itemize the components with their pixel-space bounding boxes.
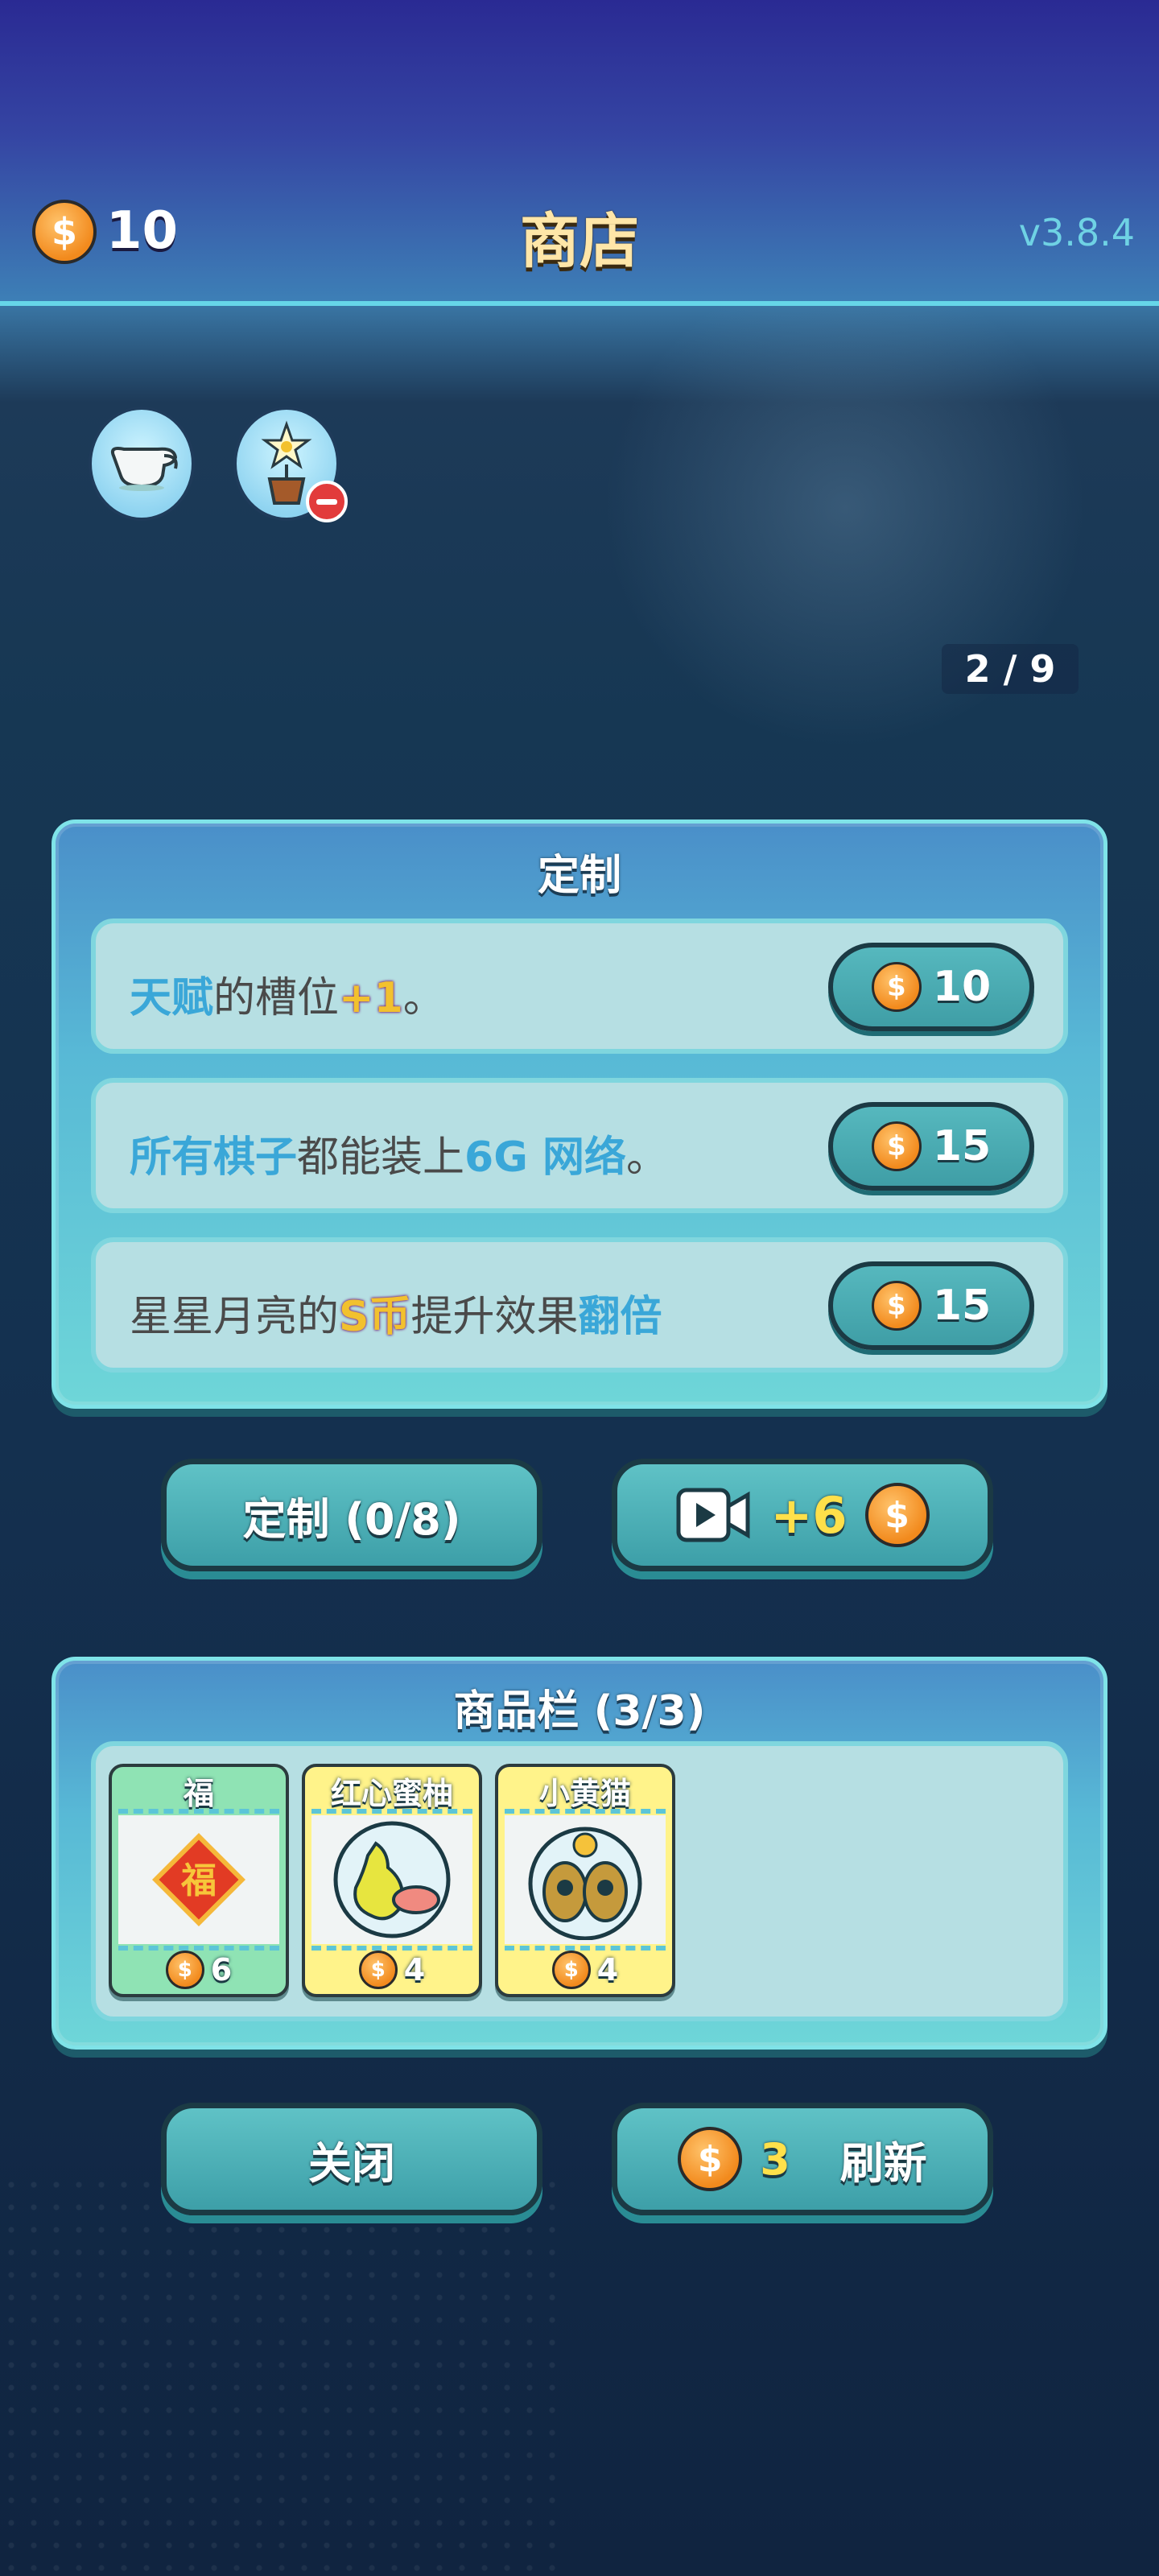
goods-panel: 商品栏 (3/3) 福 福 $ 6 红心蜜柚 $ 4 小黄猫 $ 4 bbox=[52, 1657, 1107, 2050]
milk-jug-icon bbox=[110, 447, 178, 491]
video-reward-amount: +6 bbox=[770, 1485, 848, 1545]
card-cost-value: 4 bbox=[596, 1952, 619, 1988]
background-texture bbox=[0, 2174, 563, 2576]
coin-icon: $ bbox=[871, 1121, 922, 1171]
option-text: 所有棋子都能装上6G 网络。 bbox=[130, 1133, 669, 1182]
refresh-cost: 3 bbox=[760, 2133, 790, 2185]
watch-video-button[interactable]: +6 $ bbox=[612, 1459, 993, 1571]
option-text: 星星月亮的S币提升效果翻倍 bbox=[130, 1293, 662, 1341]
option-price: 10 bbox=[932, 963, 992, 1011]
goods-card-pomelo[interactable]: 红心蜜柚 $ 4 bbox=[302, 1764, 482, 1997]
fu-charm-text: 福 bbox=[180, 1860, 217, 1901]
remove-badge-icon[interactable] bbox=[306, 481, 348, 522]
option-text: 天赋的槽位+1。 bbox=[130, 974, 445, 1022]
buy-option-button[interactable]: $ 10 bbox=[828, 943, 1034, 1031]
relic-flower-pot[interactable] bbox=[233, 407, 348, 522]
goods-card-yellow-cat[interactable]: 小黄猫 $ 4 bbox=[495, 1764, 675, 1997]
custom-option-talent-slot[interactable]: 天赋的槽位+1。 $ 10 bbox=[91, 919, 1068, 1054]
card-cost: $ 6 bbox=[112, 1951, 286, 1989]
custom-panel-title: 定制 bbox=[537, 852, 621, 900]
custom-button[interactable]: 定制 (0/8) bbox=[161, 1459, 542, 1571]
goods-tray: 福 福 $ 6 红心蜜柚 $ 4 小黄猫 $ 4 bbox=[91, 1741, 1068, 2021]
card-name: 小黄猫 bbox=[538, 1776, 631, 1811]
buy-option-button[interactable]: $ 15 bbox=[828, 1261, 1034, 1350]
coin-icon: $ bbox=[551, 1951, 591, 1989]
top-bar: $ 10 商店 v3.8.4 bbox=[0, 0, 1159, 306]
buy-option-button[interactable]: $ 15 bbox=[828, 1102, 1034, 1191]
close-button[interactable]: 关闭 bbox=[161, 2103, 542, 2215]
coin-icon: $ bbox=[678, 2127, 743, 2191]
option-price: 15 bbox=[932, 1282, 992, 1330]
card-divider bbox=[118, 1809, 279, 1814]
card-name: 福 bbox=[183, 1776, 214, 1811]
custom-option-6g-network[interactable]: 所有棋子都能装上6G 网络。 $ 15 bbox=[91, 1078, 1068, 1213]
coin-icon: $ bbox=[871, 962, 922, 1012]
custom-panel: 定制 天赋的槽位+1。 $ 10 所有棋子都能装上6G 网络。 $ 15 星星月… bbox=[52, 819, 1107, 1409]
refresh-button[interactable]: $ 3 刷新 bbox=[612, 2103, 993, 2215]
card-cost: $ 4 bbox=[305, 1951, 479, 1989]
card-divider bbox=[311, 1809, 472, 1814]
page-title: 商店 bbox=[520, 207, 639, 276]
fu-charm-icon: 福 bbox=[118, 1815, 279, 1944]
card-name: 红心蜜柚 bbox=[330, 1776, 453, 1811]
coin-icon: $ bbox=[871, 1281, 922, 1331]
video-camera-icon bbox=[676, 1488, 750, 1542]
coin-icon: $ bbox=[864, 1483, 930, 1547]
pomelo-icon bbox=[311, 1815, 472, 1944]
custom-button-label: 定制 (0/8) bbox=[242, 1493, 461, 1545]
close-button-label: 关闭 bbox=[308, 2137, 395, 2189]
version-label: v3.8.4 bbox=[1018, 211, 1135, 254]
card-cost-value: 6 bbox=[210, 1952, 233, 1988]
relic-milk-jug[interactable] bbox=[89, 407, 195, 521]
card-cost: $ 4 bbox=[498, 1951, 672, 1989]
goods-panel-title: 商品栏 (3/3) bbox=[453, 1687, 706, 1736]
background-glow bbox=[563, 225, 1127, 789]
yellow-cat-icon bbox=[505, 1815, 666, 1944]
coin-icon: $ bbox=[358, 1951, 398, 1989]
option-price: 15 bbox=[932, 1122, 992, 1170]
page-indicator: 2 / 9 bbox=[942, 644, 1079, 694]
custom-option-s-coin[interactable]: 星星月亮的S币提升效果翻倍 $ 15 bbox=[91, 1237, 1068, 1373]
coin-icon: $ bbox=[165, 1951, 204, 1989]
card-divider bbox=[505, 1809, 666, 1814]
refresh-button-label: 刷新 bbox=[839, 2137, 927, 2189]
card-cost-value: 4 bbox=[403, 1952, 426, 1988]
goods-card-fu[interactable]: 福 福 $ 6 bbox=[109, 1764, 289, 1997]
